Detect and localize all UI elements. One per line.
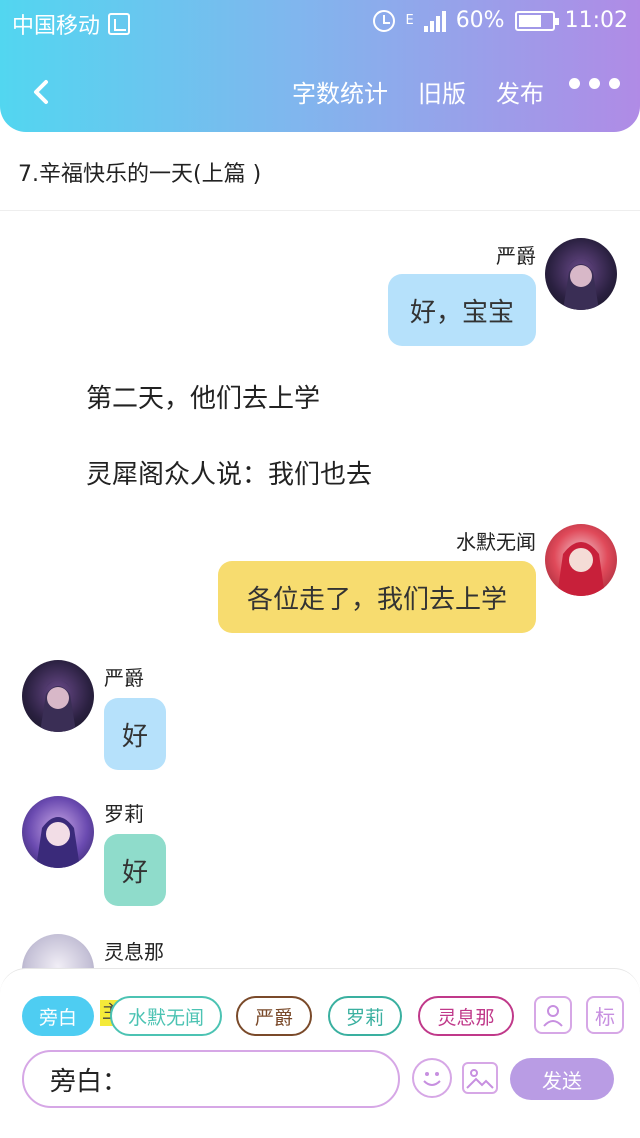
narration-text: 灵犀阁众人说：我们也去 (86, 460, 373, 490)
status-right: E 60% 11:02 (373, 8, 628, 33)
battery-percent: 60% (455, 8, 505, 33)
nav-actions: 字数统计 旧版 发布 (292, 74, 544, 109)
carrier-label: 中国移动 (12, 14, 101, 39)
emoji-icon[interactable] (412, 1058, 452, 1098)
sender-name: 灵息那 (104, 940, 164, 964)
character-chip-narrator[interactable]: 旁白 (22, 996, 94, 1036)
battery-icon (514, 10, 559, 31)
status-bar: 中国移动 E 60% 11:02 (0, 0, 640, 46)
character-chip-shuimowuwen[interactable]: 水默无闻 (110, 996, 222, 1036)
network-type: E (405, 13, 414, 28)
avatar-yanjue-right[interactable] (545, 238, 617, 310)
publish-button[interactable]: 发布 (496, 74, 544, 109)
clock: 11:02 (564, 8, 628, 33)
tag-icon[interactable]: 标 (586, 996, 624, 1034)
story-title: 7.辛福快乐的一天(上篇 ) (18, 162, 262, 187)
sender-name: 严爵 (496, 244, 536, 268)
header-bar: 中国移动 E 60% 11:02 字数统计 旧版 发布 (0, 0, 640, 132)
sim-icon (108, 13, 131, 35)
old-version-button[interactable]: 旧版 (418, 74, 466, 109)
title-divider (0, 210, 640, 211)
character-chip-yanjue[interactable]: 严爵 (236, 996, 312, 1036)
alarm-icon (373, 9, 396, 32)
avatar-luoli[interactable] (22, 796, 94, 868)
sender-name: 严爵 (104, 666, 144, 690)
more-options-icon[interactable] (569, 78, 620, 89)
nav-bar: 字数统计 旧版 发布 (0, 70, 640, 120)
signal-icon (423, 10, 446, 32)
status-left: 中国移动 (12, 8, 131, 40)
back-arrow-icon[interactable] (22, 72, 62, 112)
character-chip-luoli[interactable]: 罗莉 (328, 996, 402, 1036)
send-button[interactable]: 发送 (510, 1058, 614, 1100)
word-count-button[interactable]: 字数统计 (292, 74, 388, 109)
avatar-yanjue-left[interactable] (22, 660, 94, 732)
add-character-icon[interactable] (534, 996, 572, 1034)
character-chip-lingxina[interactable]: 灵息那 (418, 996, 514, 1036)
image-icon[interactable] (462, 1062, 498, 1094)
message-bubble[interactable]: 好 (104, 834, 166, 906)
sender-name: 水默无闻 (456, 530, 536, 554)
message-bubble[interactable]: 好，宝宝 (388, 274, 536, 346)
narration-text: 第二天，他们去上学 (86, 384, 321, 414)
message-input[interactable]: 旁白： (22, 1050, 400, 1108)
message-bubble[interactable]: 各位走了，我们去上学 (218, 561, 536, 633)
avatar-shuimowuwen[interactable] (545, 524, 617, 596)
sender-name: 罗莉 (104, 802, 144, 826)
message-bubble[interactable]: 好 (104, 698, 166, 770)
